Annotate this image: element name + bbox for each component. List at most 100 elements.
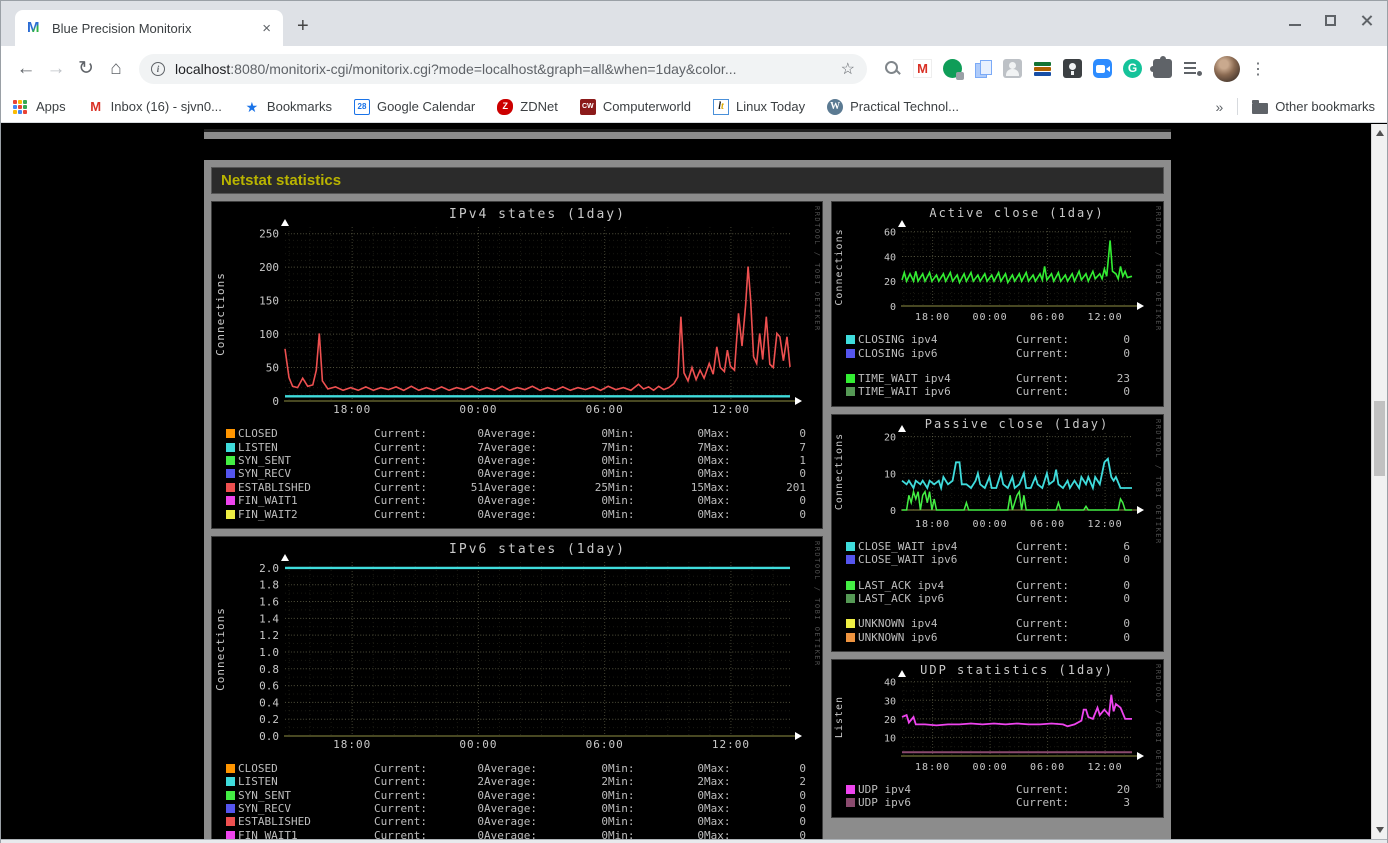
back-icon[interactable]: ←: [11, 58, 41, 80]
legend-swatch: [226, 509, 235, 519]
browser-menu-icon[interactable]: ⋮: [1250, 59, 1266, 79]
svg-text:18:00: 18:00: [915, 312, 950, 323]
voice-extension-icon[interactable]: [943, 59, 964, 80]
svg-text:Passive close (1day): Passive close (1day): [925, 417, 1110, 431]
other-bookmarks-button[interactable]: Other bookmarks: [1252, 99, 1375, 114]
bookmark-item[interactable]: ★ Bookmarks: [244, 99, 332, 115]
legend-swatch: [846, 798, 855, 808]
new-tab-button[interactable]: +: [297, 15, 309, 38]
url-bar[interactable]: i localhost:8080/monitorix-cgi/monitorix…: [139, 53, 867, 84]
legend-swatch: [846, 387, 855, 397]
legend-row: TIME_WAIT ipv4 Current: 23: [846, 372, 1163, 385]
bookmark-item[interactable]: CW Computerworld: [579, 98, 691, 115]
page-scrollbar[interactable]: [1371, 124, 1387, 839]
gmail-extension-icon[interactable]: M: [913, 59, 932, 78]
books-extension-icon[interactable]: [1033, 59, 1052, 78]
chart-legend: CLOSED Current: 0 Average: 0 Min: 0 Max: 0 LISTEN…: [226, 427, 822, 521]
legend-row: UDP ipv4 Current: 20: [846, 783, 1163, 796]
window-maximize-icon[interactable]: [1325, 15, 1336, 26]
svg-text:00:00: 00:00: [973, 762, 1008, 773]
svg-text:UDP statistics (1day): UDP statistics (1day): [920, 663, 1114, 677]
bookmark-item[interactable]: Apps: [13, 99, 66, 115]
linux-today-icon: lt: [712, 98, 729, 115]
svg-text:12:00: 12:00: [1088, 519, 1123, 530]
svg-text:1.4: 1.4: [259, 612, 279, 625]
url-text[interactable]: localhost:8080/monitorix-cgi/monitorix.c…: [175, 61, 833, 77]
legend-row: UDP ipv6 Current: 3: [846, 796, 1163, 809]
svg-text:12:00: 12:00: [1088, 312, 1123, 323]
legend-row: CLOSING ipv6 Current: 0: [846, 346, 1163, 360]
bookmarks-overflow-icon[interactable]: »: [1216, 99, 1224, 115]
svg-text:06:00: 06:00: [1030, 519, 1065, 530]
star-blue-icon: ★: [245, 98, 259, 115]
home-icon[interactable]: ⌂: [101, 58, 131, 80]
chart-legend: UDP ipv4 Current: 20 UDP ipv6 Current: 3: [846, 783, 1163, 810]
svg-text:1.2: 1.2: [259, 629, 279, 642]
legend-swatch: [846, 619, 855, 629]
scroll-up-icon[interactable]: [1376, 130, 1384, 136]
reload-icon[interactable]: ↻: [71, 57, 101, 80]
legend-row: CLOSED Current: 0 Average: 0 Min: 0 Max: 0: [226, 762, 822, 775]
legend-swatch: [846, 555, 855, 565]
chart-legend: CLOSING ipv4 Current: 0 CLOSING ipv6 Current…: [846, 333, 1163, 399]
scrollbar-thumb[interactable]: [1374, 401, 1385, 476]
legend-row: FIN_WAIT1 Current: 0 Average: 0 Min: 0 Max: 0: [226, 494, 822, 507]
rrdtool-watermark: RRDTOOL / TOBI OETIKER: [813, 540, 821, 667]
zoom-extension-icon[interactable]: [1093, 59, 1112, 78]
legend-swatch: [226, 830, 235, 839]
chart-frame-active: 0 20 40 60 18:00 00:00 06:00 12:00 Active close …: [831, 201, 1164, 407]
legend-row: SYN_RECV Current: 0 Average: 0 Min: 0 Max: 0: [226, 467, 822, 480]
svg-text:0: 0: [890, 302, 896, 313]
chart-frame-ipv6: 0.0 0.2 0.4 0.6 0.8 1.0 1.2 1.4 1.6 1.8 2.0 18:00 00…: [211, 535, 823, 839]
browser-tab[interactable]: M Blue Precision Monitorix ×: [15, 10, 283, 46]
svg-text:00:00: 00:00: [973, 519, 1008, 530]
legend-swatch: [226, 429, 235, 439]
folder-icon: [1252, 100, 1269, 114]
legend-swatch: [846, 373, 855, 383]
svg-text:18:00: 18:00: [915, 762, 950, 773]
section-title: Netstat statistics: [211, 167, 1164, 194]
bookmark-item[interactable]: lt Linux Today: [712, 98, 805, 115]
legend-swatch: [226, 455, 235, 465]
bookmark-item[interactable]: W Practical Technol...: [827, 98, 959, 115]
tab-strip: M Blue Precision Monitorix × +: [1, 1, 1387, 46]
forward-icon[interactable]: →: [41, 58, 71, 80]
legend-swatch: [226, 442, 235, 452]
profile-avatar[interactable]: [1214, 55, 1240, 82]
svg-text:0.8: 0.8: [259, 662, 279, 675]
search-extension-icon[interactable]: [883, 59, 902, 78]
svg-text:06:00: 06:00: [1030, 762, 1065, 773]
site-info-icon[interactable]: i: [151, 61, 165, 76]
window-minimize-icon[interactable]: [1289, 23, 1301, 26]
window-close-icon[interactable]: [1360, 14, 1373, 27]
playlist-extension-icon[interactable]: [1183, 59, 1202, 78]
legend-row: FIN_WAIT2 Current: 0 Average: 0 Min: 0 Max: 0: [226, 507, 822, 521]
grammarly-extension-icon[interactable]: G: [1123, 59, 1142, 78]
legend-row: UNKNOWN ipv6 Current: 0: [846, 631, 1163, 644]
tab-close-icon[interactable]: ×: [258, 20, 275, 37]
extensions-puzzle-icon[interactable]: [1150, 56, 1172, 78]
reader-extension-icon[interactable]: [1063, 59, 1082, 78]
page-content: Netstat statistics 0 50 100 150 200 250 18:00 0…: [1, 124, 1371, 839]
svg-text:10: 10: [884, 469, 896, 480]
bookmark-item[interactable]: Z ZDNet: [497, 98, 558, 115]
svg-text:IPv6 states (1day): IPv6 states (1day): [449, 542, 626, 557]
legend-swatch: [846, 785, 855, 795]
session-buddy-extension-icon[interactable]: [1003, 59, 1022, 78]
legend-row: CLOSED Current: 0 Average: 0 Min: 0 Max: 0: [226, 427, 822, 440]
legend-swatch: [846, 632, 855, 642]
copy-pages-extension-icon[interactable]: [973, 59, 992, 78]
bookmark-item[interactable]: M Inbox (16) - sjvn0...: [88, 99, 222, 115]
bookmark-item[interactable]: 28 Google Calendar: [353, 98, 475, 115]
svg-text:18:00: 18:00: [333, 403, 371, 416]
svg-text:18:00: 18:00: [333, 738, 371, 751]
scroll-down-icon[interactable]: [1376, 827, 1384, 833]
svg-text:60: 60: [884, 228, 896, 239]
rrdtool-watermark: RRDTOOL / TOBI OETIKER: [1154, 206, 1162, 332]
chart-legend: CLOSED Current: 0 Average: 0 Min: 0 Max: 0 LISTEN…: [226, 762, 822, 839]
legend-row: LISTEN Current: 7 Average: 7 Min: 7 Max: 7: [226, 440, 822, 454]
bookmark-star-icon[interactable]: ☆: [841, 59, 855, 79]
chart-frame-passive: 0 10 20 18:00 00:00 06:00 12:00 Passive close (…: [831, 413, 1164, 652]
svg-text:0.4: 0.4: [259, 696, 279, 709]
legend-swatch: [226, 469, 235, 479]
